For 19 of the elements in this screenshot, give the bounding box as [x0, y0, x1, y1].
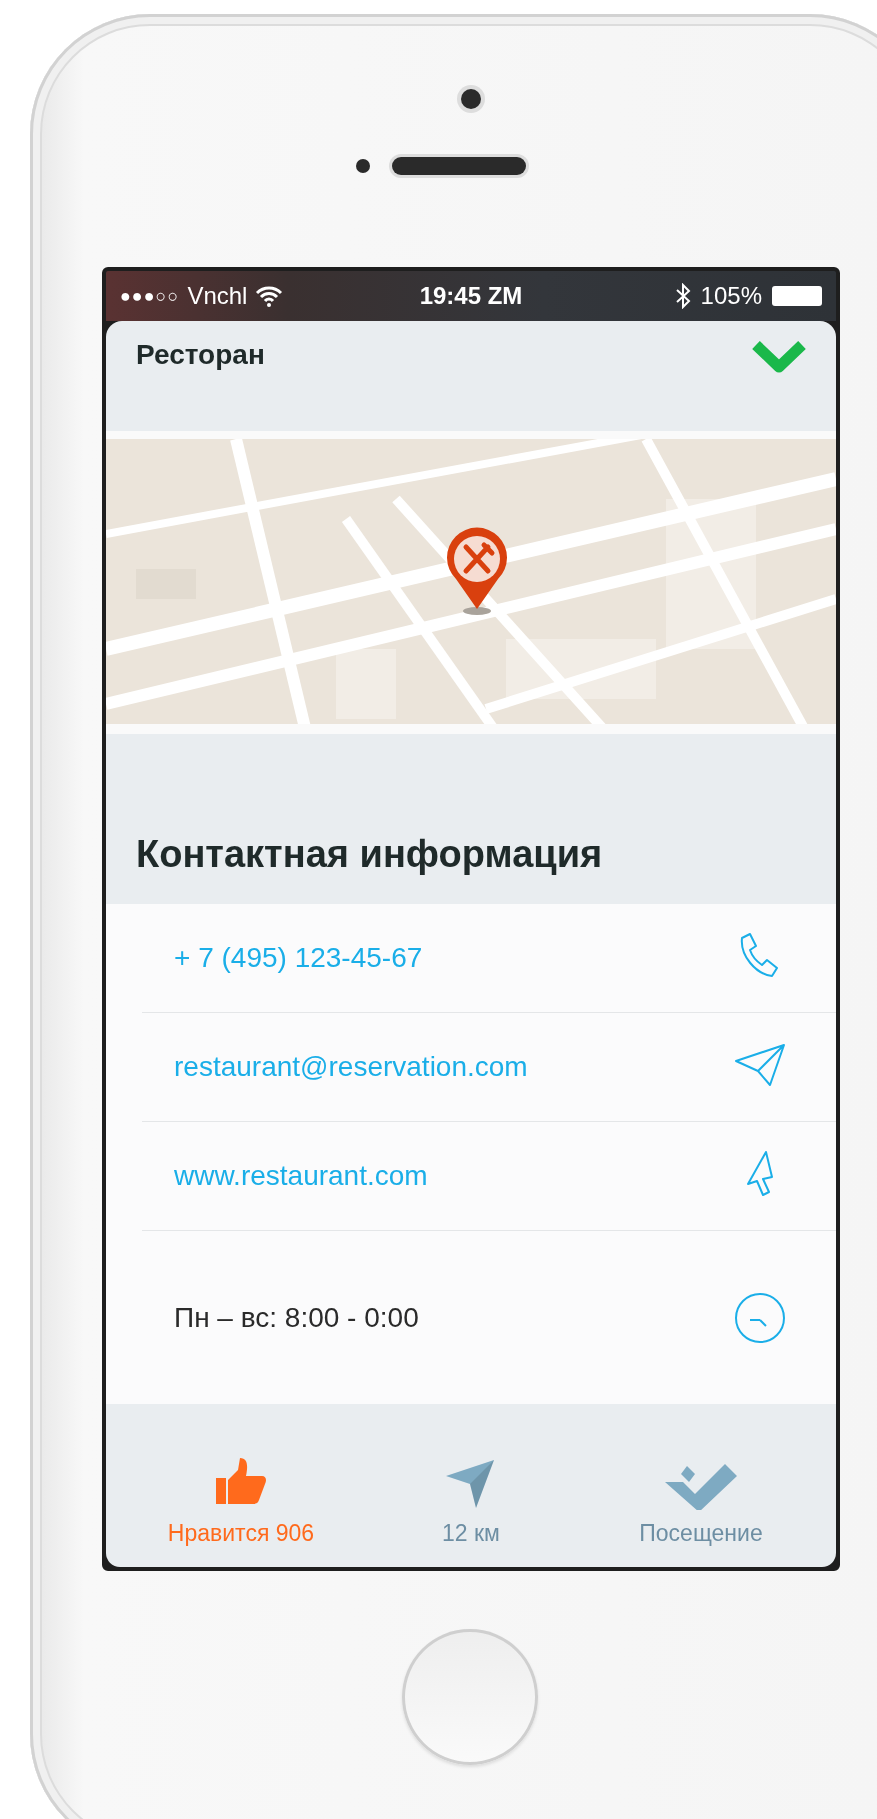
opening-hours: Пн – вс: 8:00 - 0:00	[174, 1301, 420, 1334]
section-heading: Контактная информация	[136, 833, 603, 876]
screen-title: Ресторан	[136, 339, 266, 371]
contact-link[interactable]: + 7 (495) 123-45-67	[174, 942, 732, 974]
sensor-icon	[356, 159, 370, 173]
speaker-icon	[392, 157, 526, 175]
tab-button[interactable]: Нравится 906	[126, 1456, 356, 1556]
contact-link[interactable]: restaurant@reservation.com	[174, 1051, 732, 1083]
signal-strength: ●●●○○	[120, 285, 180, 307]
battery-icon	[772, 286, 822, 306]
carrier-name: Vnchl	[187, 282, 248, 310]
battery-percentage: 105%	[700, 282, 762, 310]
tab-button[interactable]: Посещение	[586, 1456, 816, 1556]
tab-button[interactable]: 12 км	[356, 1456, 586, 1556]
bluetooth-icon	[674, 283, 691, 309]
camera-icon	[461, 89, 481, 109]
clock-time: 19:45 ZM	[419, 282, 523, 309]
contact-link[interactable]: www.restaurant.com	[174, 1160, 732, 1192]
wifi-icon	[255, 285, 284, 307]
